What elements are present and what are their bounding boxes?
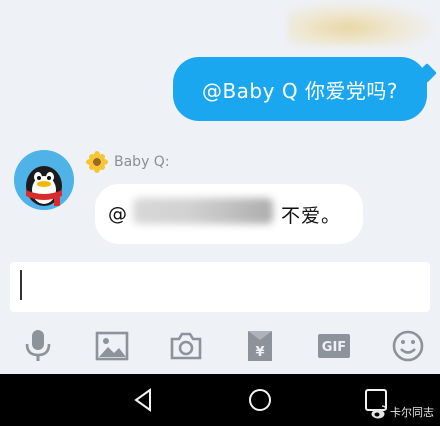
sender-row: Baby Q: [86,150,170,174]
bot-name: Baby Q: [114,154,170,170]
chat-area: @Baby Q 你爱党吗? Baby Q: @ 不爱。 [0,0,440,258]
gif-button[interactable]: GIF [316,328,352,364]
input-bar [0,258,440,320]
image-icon [95,331,129,361]
bot-avatar[interactable] [14,150,74,210]
emoji-button[interactable] [390,328,426,364]
back-icon[interactable] [130,386,158,414]
camera-button[interactable] [168,328,204,364]
outgoing-message-text: @Baby Q 你爱党吗? [201,78,399,103]
home-icon[interactable] [246,386,274,414]
sunflower-badge-icon [86,151,108,173]
incoming-at-symbol: @ [108,203,127,225]
gif-label: GIF [322,340,346,355]
image-button[interactable] [94,328,130,364]
weibo-icon [371,405,387,419]
emoji-icon [392,330,424,362]
message-input[interactable] [10,262,430,312]
incoming-message-text: 不爱。 [281,204,342,227]
watermark-text: 卡尔同志 [390,406,434,419]
input-toolbar: ¥ GIF [0,320,440,374]
watermark: 卡尔同志 [371,404,434,420]
camera-icon [170,332,202,360]
microphone-icon [25,330,51,361]
redacted-mention [133,198,273,224]
incoming-message-bubble[interactable]: @ 不爱。 [95,184,363,244]
text-caret [20,270,22,300]
sender-avatar-blurred [288,0,438,46]
red-envelope-glyph: ¥ [255,345,264,360]
red-envelope-button[interactable]: ¥ [242,328,278,364]
penguin-icon [14,150,74,210]
gif-icon: GIF [318,334,350,358]
red-envelope-icon: ¥ [248,331,272,361]
outgoing-message-bubble[interactable]: @Baby Q 你爱党吗? [173,57,427,121]
voice-button[interactable] [20,328,56,364]
